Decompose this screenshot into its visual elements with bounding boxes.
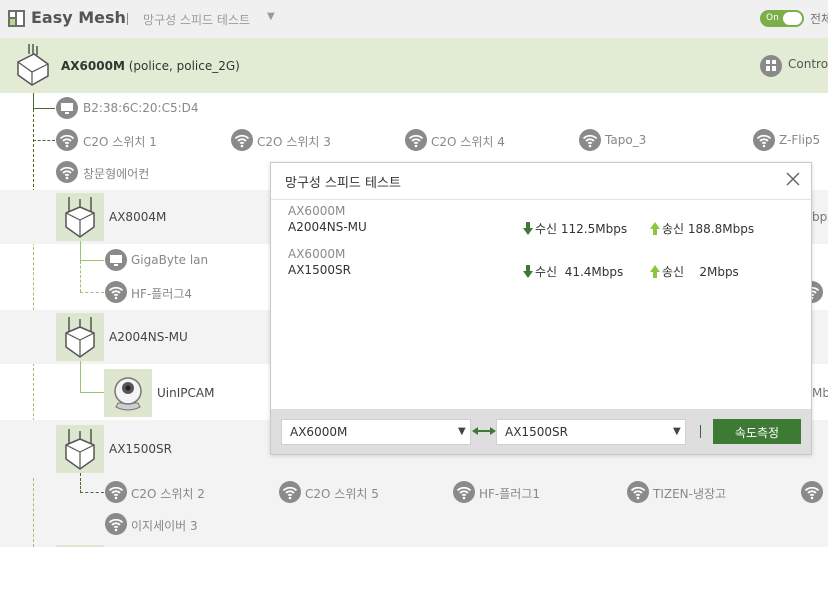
easy-mesh-app: Easy Mesh 망구성 스피드 테스트 ▼ On 전체 AX6000M (p… — [0, 0, 828, 547]
client-label[interactable]: 창문형에어컨 — [83, 165, 149, 182]
client-label[interactable]: GigaByte lan — [131, 253, 208, 267]
footer-divider — [700, 425, 701, 438]
measure-speed-label[interactable]: 속도측정 — [713, 424, 801, 441]
result-source: AX6000M — [288, 247, 346, 261]
client-label[interactable]: UinIPCAM — [157, 386, 214, 400]
main-node-ssids: (police, police_2G) — [128, 59, 240, 73]
download-arrow-icon — [523, 265, 533, 278]
client-label[interactable]: Tapo_3 — [605, 133, 646, 147]
node-label[interactable]: A2004NS-MU — [109, 330, 188, 344]
wifi-icon — [105, 281, 127, 303]
speed-test-menu[interactable]: 망구성 스피드 테스트 — [143, 11, 250, 28]
client-label[interactable]: 이지세이버 3 — [131, 517, 198, 534]
wifi-icon — [405, 129, 427, 151]
tree-line — [80, 292, 104, 293]
wifi-icon — [801, 481, 823, 503]
wifi-icon — [753, 129, 775, 151]
tree-line — [33, 478, 34, 547]
node-speed-text: bps — [812, 210, 828, 224]
wired-client-label[interactable]: B2:38:6C:20:C5:D4 — [83, 101, 199, 115]
wifi-icon — [105, 513, 127, 535]
wifi-icon — [279, 481, 301, 503]
tree-line — [80, 260, 104, 261]
client-label[interactable]: TIZEN-냉장고 — [653, 485, 726, 502]
main-node-model: AX6000M — [61, 59, 125, 73]
client-label[interactable]: HF-플러그1 — [479, 485, 540, 502]
camera-device[interactable] — [104, 369, 152, 417]
client-label[interactable]: Z-Flip5 — [779, 133, 820, 147]
result-target: A2004NS-MU — [288, 220, 367, 234]
tree-line — [33, 108, 55, 109]
wifi-icon — [56, 129, 78, 151]
app-title: Easy Mesh — [31, 8, 126, 27]
result-rx: 수신 41.4Mbps — [535, 265, 624, 279]
wifi-icon — [579, 129, 601, 151]
client-label[interactable]: C2O 스위치 5 — [305, 485, 379, 502]
header-divider — [127, 13, 128, 25]
monitor-icon — [56, 97, 78, 119]
client-label[interactable]: C2O 스위치 4 — [431, 133, 505, 150]
download-arrow-icon — [523, 222, 533, 235]
menu-dropdown-icon[interactable]: ▼ — [267, 11, 275, 22]
result-rx: 수신 112.5Mbps — [535, 222, 628, 236]
next-device-edge — [56, 545, 104, 547]
extender-icon — [65, 317, 95, 358]
tree-line — [33, 93, 34, 109]
tree-line — [80, 478, 81, 493]
tree-line — [33, 140, 55, 141]
wifi-icon — [627, 481, 649, 503]
upload-arrow-icon — [650, 265, 660, 278]
wifi-icon — [231, 129, 253, 151]
result-tx: 송신 188.8Mbps — [662, 222, 755, 236]
bidirectional-arrow-icon — [472, 427, 496, 435]
control-icon[interactable] — [760, 55, 782, 77]
result-source: AX6000M — [288, 204, 346, 218]
control-label[interactable]: Control — [788, 57, 828, 71]
client-label[interactable]: C2O 스위치 2 — [131, 485, 205, 502]
client-label[interactable]: HF-플러그4 — [131, 285, 192, 302]
client-label[interactable]: C2O 스위치 1 — [83, 133, 157, 150]
extender-device[interactable] — [56, 313, 104, 361]
tree-line — [80, 241, 81, 261]
node-label[interactable]: AX1500SR — [109, 442, 172, 456]
upload-arrow-icon — [650, 222, 660, 235]
wifi-icon — [56, 161, 78, 183]
node-speed-text: Mbp — [812, 386, 828, 400]
toggle-on-label: On — [766, 13, 779, 23]
extender-device[interactable] — [56, 425, 104, 473]
monitor-icon — [105, 249, 127, 271]
tree-line — [80, 492, 104, 493]
extender-device[interactable] — [56, 193, 104, 241]
close-icon[interactable] — [784, 170, 802, 188]
chevron-down-icon[interactable]: ▼ — [458, 426, 466, 437]
source-select-value: AX6000M — [290, 425, 348, 439]
toggle-knob[interactable] — [783, 12, 802, 25]
wifi-icon — [105, 481, 127, 503]
target-select-value: AX1500SR — [505, 425, 568, 439]
chevron-down-icon[interactable]: ▼ — [673, 426, 681, 437]
dialog-title: 망구성 스피드 테스트 — [285, 176, 401, 191]
wifi-icon — [453, 481, 475, 503]
tree-line — [80, 361, 81, 393]
mesh-logo-icon — [8, 10, 25, 27]
router-icon — [17, 44, 49, 86]
tree-line — [80, 392, 104, 393]
toggle-all-label: 전체 — [810, 12, 828, 26]
tree-line — [80, 261, 81, 292]
extender-icon — [65, 429, 95, 470]
main-node-label: AX6000M (police, police_2G) — [61, 59, 240, 73]
extender-icon — [65, 197, 95, 238]
camera-icon — [114, 377, 142, 411]
result-tx: 송신 2Mbps — [662, 265, 739, 279]
result-target: AX1500SR — [288, 263, 351, 277]
node-label[interactable]: AX8004M — [109, 210, 166, 224]
client-label[interactable]: C2O 스위치 3 — [257, 133, 331, 150]
